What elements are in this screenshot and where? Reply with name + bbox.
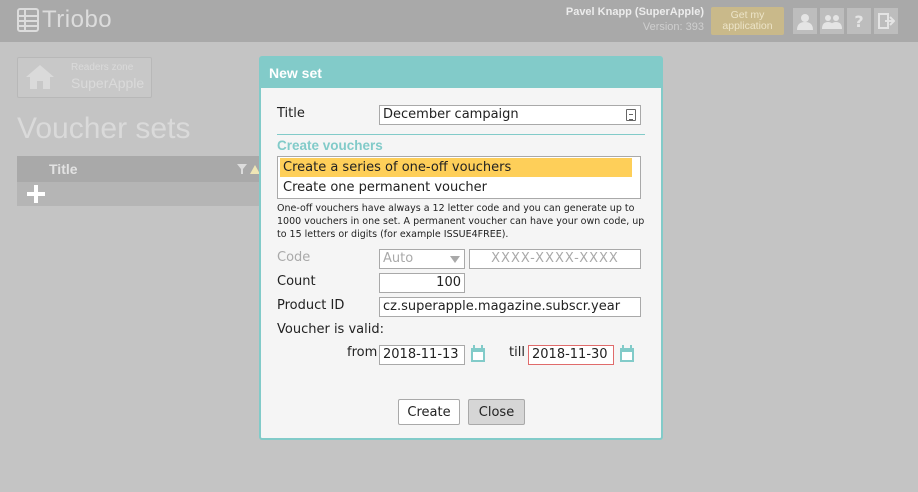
- user-name[interactable]: Pavel Knapp (SuperApple): [566, 6, 704, 18]
- breadcrumb-label: Readers zone: [71, 62, 134, 73]
- till-date-value: 2018-11-30: [532, 347, 608, 362]
- breadcrumb-value: SuperApple: [71, 75, 145, 91]
- voucher-type-listbox[interactable]: Create a series of one-off vouchers Crea…: [277, 156, 641, 199]
- option-permanent-voucher[interactable]: Create one permanent voucher: [280, 178, 632, 197]
- count-input[interactable]: 100: [379, 273, 465, 293]
- calendar-icon[interactable]: [470, 345, 486, 363]
- till-date-input[interactable]: 2018-11-30: [528, 345, 614, 365]
- voucher-description: One-off vouchers have always a 12 letter…: [277, 203, 645, 240]
- new-set-dialog: New set Title December campaign Create v…: [259, 56, 663, 440]
- column-title[interactable]: Title: [49, 161, 78, 177]
- close-button[interactable]: Close: [468, 399, 525, 425]
- till-label: till: [509, 345, 525, 360]
- from-date-input[interactable]: 2018-11-13: [379, 345, 465, 365]
- count-value: 100: [436, 275, 461, 290]
- product-id-label: Product ID: [277, 298, 345, 313]
- add-row[interactable]: [17, 182, 267, 206]
- option-series-one-off[interactable]: Create a series of one-off vouchers: [280, 158, 632, 177]
- code-input[interactable]: XXXX-XXXX-XXXX: [469, 249, 641, 269]
- section-divider: [277, 134, 645, 135]
- dialog-title: New set: [269, 65, 322, 81]
- code-mode-value: Auto: [383, 251, 414, 266]
- app-logo: Triobo: [17, 6, 112, 34]
- title-input-value: December campaign: [383, 107, 519, 122]
- chevron-down-icon: [450, 256, 460, 263]
- get-my-application-button[interactable]: Get my application: [711, 7, 784, 35]
- product-id-value: cz.superapple.magazine.subscr.year: [383, 299, 621, 314]
- app-name: Triobo: [42, 6, 113, 33]
- create-button[interactable]: Create: [398, 399, 460, 425]
- code-mode-select[interactable]: Auto: [379, 249, 465, 269]
- from-label: from: [347, 345, 378, 360]
- user-profile-icon[interactable]: [793, 8, 817, 34]
- title-input[interactable]: December campaign: [379, 105, 641, 125]
- users-icon[interactable]: [820, 8, 844, 34]
- count-label: Count: [277, 274, 316, 289]
- code-label: Code: [277, 250, 311, 265]
- calendar-icon[interactable]: [619, 345, 635, 363]
- from-date-value: 2018-11-13: [383, 347, 459, 362]
- breadcrumb[interactable]: Readers zone SuperApple: [17, 57, 152, 98]
- user-info: Pavel Knapp (SuperApple) Version: 393: [566, 6, 704, 33]
- app-version: Version: 393: [642, 21, 704, 33]
- voucher-valid-label: Voucher is valid:: [277, 322, 384, 337]
- page-title: Voucher sets: [17, 112, 191, 145]
- add-icon[interactable]: [27, 185, 45, 203]
- logo-icon: [17, 8, 39, 32]
- help-icon[interactable]: ?: [847, 8, 871, 34]
- contact-card-icon[interactable]: [626, 109, 636, 121]
- top-bar: Triobo Pavel Knapp (SuperApple) Version:…: [0, 0, 918, 42]
- title-label: Title: [277, 106, 305, 121]
- logout-icon[interactable]: [874, 8, 898, 34]
- product-id-input[interactable]: cz.superapple.magazine.subscr.year: [379, 297, 641, 317]
- dialog-header: New set: [261, 58, 661, 88]
- code-placeholder: XXXX-XXXX-XXXX: [491, 251, 619, 266]
- home-icon: [26, 65, 54, 89]
- create-vouchers-heading: Create vouchers: [277, 138, 383, 153]
- list-header: Title: [17, 156, 267, 182]
